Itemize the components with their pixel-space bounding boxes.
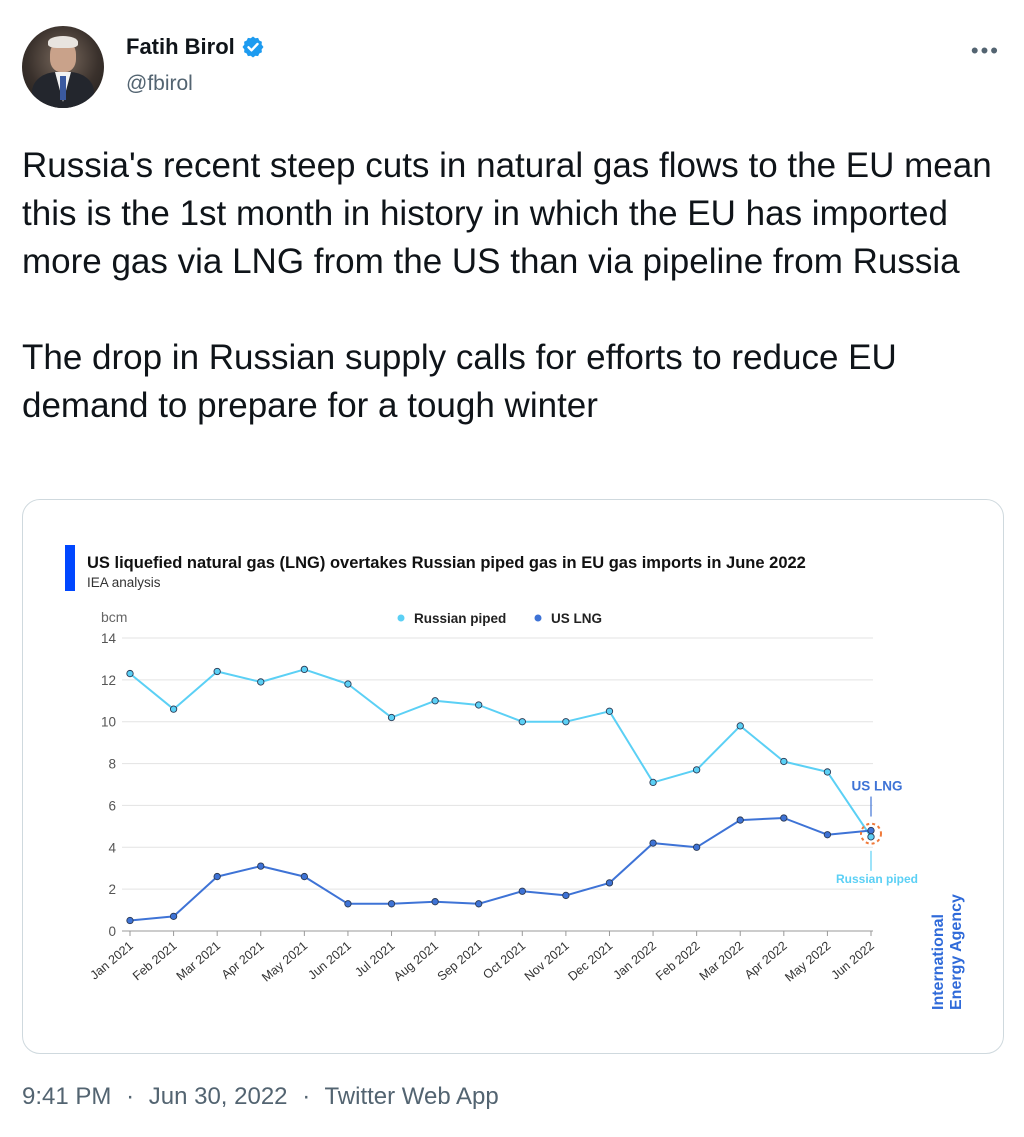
data-point-s1-12 (649, 839, 657, 847)
data-point-s1-13 (692, 843, 701, 851)
series-line-1 (129, 817, 872, 922)
chart-image-card[interactable]: US liquefied natural gas (LNG) overtakes… (22, 499, 1004, 1054)
line-chart: US liquefied natural gas (LNG) overtakes… (65, 545, 965, 1010)
data-point-s1-2 (213, 872, 221, 881)
y-tick-label-2: 2 (108, 882, 116, 897)
legend-marker-us-lng (534, 614, 542, 622)
author-name-row[interactable]: Fatih Birol (126, 34, 265, 60)
x-tick-label-16: May 2022 (782, 939, 833, 985)
data-point-s1-9 (518, 887, 526, 895)
tweet-source[interactable]: Twitter Web App (324, 1083, 498, 1110)
data-point-s0-17 (867, 833, 875, 841)
data-point-s0-5 (344, 680, 352, 688)
data-point-s0-10 (562, 718, 570, 726)
chart-legend: Russian piped US LNG (397, 611, 602, 626)
x-tick-label-17: Jun 2022 (829, 939, 877, 983)
chart-series (129, 668, 872, 922)
x-tick-label-11: Dec 2021 (565, 939, 615, 984)
y-tick-label-8: 8 (108, 757, 116, 772)
legend-label-russian-piped: Russian piped (414, 611, 506, 626)
data-point-s1-8 (475, 900, 483, 908)
data-point-s1-10 (562, 891, 570, 900)
y-tick-label-4: 4 (108, 840, 116, 855)
x-tick-label-12: Jan 2022 (611, 939, 659, 983)
x-tick-label-4: May 2021 (259, 939, 310, 985)
y-tick-label-6: 6 (108, 798, 116, 813)
annotation-us-lng: US LNG (851, 779, 902, 794)
chart-title: US liquefied natural gas (LNG) overtakes… (87, 554, 806, 572)
y-tick-label-0: 0 (108, 924, 116, 939)
chart-points (126, 665, 875, 925)
data-point-s0-2 (213, 667, 221, 676)
author-name[interactable]: Fatih Birol (126, 34, 235, 60)
y-axis-ticks: 0 2 4 6 8 10 12 14 (101, 631, 117, 939)
tweet-date[interactable]: Jun 30, 2022 (149, 1083, 288, 1110)
data-point-s0-14 (736, 722, 744, 730)
series-line-0 (129, 668, 872, 838)
data-point-s0-15 (780, 757, 788, 766)
data-point-s0-6 (387, 713, 396, 722)
data-point-s1-4 (300, 872, 309, 881)
chart-subtitle: IEA analysis (87, 575, 161, 590)
x-tick-label-9: Oct 2021 (480, 939, 528, 982)
data-point-s1-15 (780, 814, 788, 822)
y-axis-label: bcm (101, 609, 127, 625)
y-tick-label-10: 10 (101, 715, 116, 730)
data-point-s1-16 (823, 831, 832, 839)
data-point-s1-17 (867, 826, 875, 835)
data-point-s1-1 (169, 912, 178, 920)
y-tick-label-12: 12 (101, 673, 116, 688)
legend-marker-russian-piped (397, 614, 405, 622)
tweet-footer: 9:41 PM · Jun 30, 2022 · Twitter Web App (22, 1083, 507, 1111)
tweet-paragraph-2: The drop in Russian supply calls for eff… (22, 338, 897, 425)
x-tick-label-10: Nov 2021 (522, 939, 572, 984)
data-point-s0-3 (257, 678, 265, 686)
avatar-tie (60, 76, 66, 100)
author-handle[interactable]: @fbirol (126, 72, 193, 96)
x-tick-label-2: Mar 2021 (174, 939, 223, 984)
x-tick-label-7: Aug 2021 (391, 939, 441, 984)
tweet-time[interactable]: 9:41 PM (22, 1083, 111, 1110)
author-avatar[interactable] (22, 26, 104, 108)
iea-logo-line-1: International (930, 914, 947, 1010)
x-tick-label-5: Jun 2021 (305, 939, 353, 983)
footer-separator-2: · (302, 1083, 311, 1110)
x-tick-label-14: Mar 2022 (697, 939, 746, 984)
x-axis-ticks: Jan 2021Feb 2021Mar 2021Apr 2021May 2021… (88, 931, 877, 985)
legend-label-us-lng: US LNG (551, 611, 602, 626)
data-point-s0-11 (605, 707, 614, 715)
data-point-s0-16 (823, 768, 832, 776)
data-point-s1-5 (344, 900, 352, 908)
y-tick-label-14: 14 (101, 631, 117, 646)
x-tick-label-13: Feb 2022 (653, 939, 702, 984)
x-tick-label-0: Jan 2021 (88, 939, 136, 983)
iea-logo-text: InternationalEnergy Agency (930, 894, 965, 1010)
title-accent-bar (65, 545, 75, 591)
tweet-paragraph-1: Russia's recent steep cuts in natural ga… (22, 146, 992, 281)
tweet-text: Russia's recent steep cuts in natural ga… (22, 142, 997, 430)
data-point-s0-13 (692, 766, 701, 774)
avatar-hair (48, 36, 78, 48)
chart-grid (122, 637, 873, 932)
data-point-s0-4 (300, 665, 309, 674)
iea-logo-line-2: Energy Agency (948, 894, 965, 1010)
data-point-s0-7 (431, 697, 439, 705)
data-point-s0-0 (126, 669, 134, 678)
data-point-s1-7 (431, 898, 439, 906)
annotation-russian-piped: Russian piped (836, 872, 918, 886)
data-point-s0-9 (518, 718, 526, 726)
footer-separator-1: · (126, 1083, 135, 1110)
data-point-s1-11 (605, 879, 614, 887)
data-point-s0-12 (649, 778, 657, 787)
data-point-s1-0 (126, 916, 134, 925)
x-tick-label-1: Feb 2021 (130, 939, 179, 984)
data-point-s1-14 (736, 816, 744, 824)
verified-badge-icon (242, 36, 264, 58)
x-tick-label-8: Sep 2021 (435, 939, 485, 984)
data-point-s1-3 (257, 862, 265, 870)
more-options-icon[interactable]: ••• (971, 38, 1000, 64)
data-point-s1-6 (387, 900, 396, 908)
data-point-s0-1 (169, 705, 178, 713)
data-point-s0-8 (475, 701, 483, 709)
